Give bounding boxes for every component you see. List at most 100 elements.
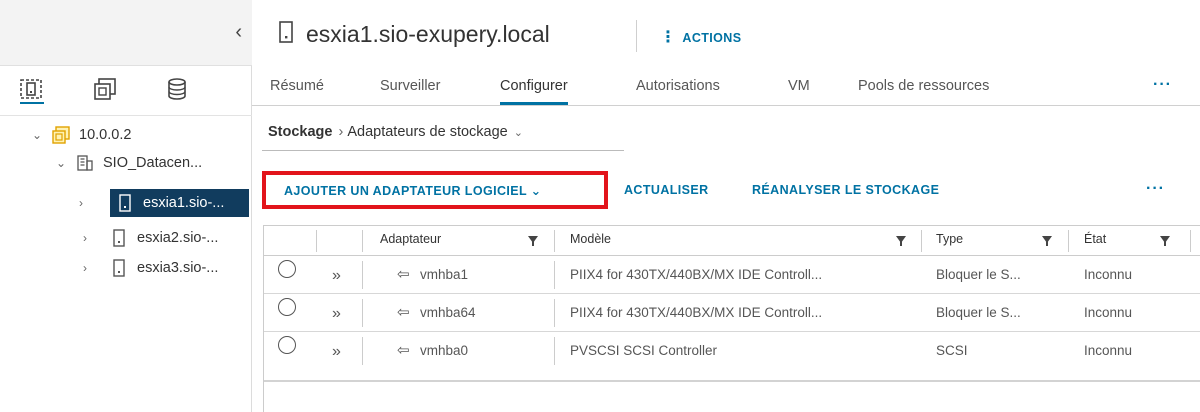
object-header: esxia1.sio-exupery.local ⋮ ACTIONS bbox=[252, 0, 1200, 72]
filter-icon[interactable] bbox=[1042, 236, 1052, 246]
tab-surveiller[interactable]: Surveiller bbox=[380, 78, 440, 105]
actions-menu-button[interactable]: ⋮ ACTIONS bbox=[660, 30, 741, 46]
rescan-storage-button[interactable]: RÉANALYSER LE STOCKAGE bbox=[752, 183, 939, 197]
tree-item-label: esxia2.sio-... bbox=[137, 230, 219, 246]
tree-item-label: 10.0.0.2 bbox=[79, 127, 132, 143]
host-icon bbox=[116, 194, 134, 212]
tree-expand-esxia1[interactable]: › bbox=[78, 189, 92, 217]
hosts-clusters-icon[interactable] bbox=[20, 78, 44, 104]
chevron-down-icon: ⌄ bbox=[530, 184, 542, 198]
tree-item-datacenter[interactable]: ⌄ SIO_Datacen... bbox=[54, 149, 249, 177]
column-header-model[interactable]: Modèle bbox=[570, 232, 611, 246]
collapse-navigator-icon[interactable]: ‹ bbox=[235, 22, 242, 42]
column-divider bbox=[362, 337, 363, 365]
host-name: esxia1.sio-exupery.local bbox=[306, 21, 550, 47]
expand-chevron-icon[interactable]: › bbox=[78, 196, 84, 210]
grid-header: Adaptateur Modèle Type État bbox=[264, 226, 1200, 256]
tab-vm[interactable]: VM bbox=[788, 78, 810, 105]
actions-label: ACTIONS bbox=[682, 31, 742, 45]
navigator-collapse-bar: ‹ bbox=[0, 0, 252, 66]
host-icon bbox=[110, 259, 128, 277]
collapse-chevron-icon[interactable]: ⌄ bbox=[54, 156, 68, 170]
table-row[interactable]: » ⇦ vmhba0 PVSCSI SCSI Controller SCSI I… bbox=[264, 333, 1200, 370]
tab-resume[interactable]: Résumé bbox=[270, 78, 324, 105]
vms-templates-icon[interactable] bbox=[94, 78, 118, 104]
storage-adapters-grid: Adaptateur Modèle Type État » ⇦ vmhba1 P… bbox=[263, 225, 1200, 412]
cell-status: Inconnu bbox=[1084, 267, 1133, 282]
cell-model: PVSCSI SCSI Controller bbox=[570, 343, 718, 358]
add-software-adapter-button[interactable]: AJOUTER UN ADAPTATEUR LOGICIEL ⌄ bbox=[284, 183, 542, 198]
column-divider bbox=[554, 230, 555, 252]
adapter-icon: ⇦ bbox=[397, 266, 410, 283]
tree-item-host-esxia2[interactable]: › esxia2.sio-... bbox=[78, 224, 249, 252]
host-icon bbox=[276, 20, 296, 49]
tree-item-host-esxia3[interactable]: › esxia3.sio-... bbox=[78, 254, 249, 282]
table-row[interactable]: » ⇦ vmhba64 PIIX4 for 430TX/440BX/MX IDE… bbox=[264, 295, 1200, 332]
table-row[interactable]: » ⇦ vmhba1 PIIX4 for 430TX/440BX/MX IDE … bbox=[264, 257, 1200, 294]
row-select-radio[interactable] bbox=[278, 336, 296, 354]
column-divider bbox=[554, 261, 555, 289]
column-divider bbox=[1068, 230, 1069, 252]
column-header-type[interactable]: Type bbox=[936, 232, 963, 246]
tab-configurer[interactable]: Configurer bbox=[500, 78, 568, 105]
tab-autorisations[interactable]: Autorisations bbox=[636, 78, 720, 105]
column-divider bbox=[921, 230, 922, 252]
expand-chevron-icon[interactable]: › bbox=[78, 231, 92, 245]
tree-item-label: esxia3.sio-... bbox=[137, 260, 219, 276]
row-select-radio[interactable] bbox=[278, 298, 296, 316]
navigator-view-tabs bbox=[0, 66, 252, 116]
more-tabs-icon[interactable]: ··· bbox=[1153, 76, 1172, 94]
breadcrumb-underline bbox=[262, 150, 624, 151]
add-software-adapter-label: AJOUTER UN ADAPTATEUR LOGICIEL bbox=[284, 184, 527, 198]
column-divider bbox=[362, 230, 363, 252]
header-divider bbox=[636, 20, 637, 52]
cell-status: Inconnu bbox=[1084, 343, 1133, 358]
tab-pools-ressources[interactable]: Pools de ressources bbox=[858, 78, 989, 105]
object-tabs: Résumé Surveiller Configurer Autorisatio… bbox=[252, 72, 1200, 106]
vcenter-icon bbox=[52, 126, 70, 144]
grid-footer-border bbox=[264, 380, 1200, 382]
column-divider bbox=[1190, 230, 1191, 252]
expand-row-icon[interactable]: » bbox=[332, 306, 341, 322]
filter-icon[interactable] bbox=[896, 236, 906, 246]
breadcrumb-current[interactable]: Adaptateurs de stockage bbox=[347, 124, 507, 140]
column-divider bbox=[316, 230, 317, 252]
column-divider bbox=[554, 299, 555, 327]
tree-item-vcenter[interactable]: ⌄ 10.0.0.2 bbox=[30, 121, 245, 149]
adapter-icon: ⇦ bbox=[397, 304, 410, 321]
filter-icon[interactable] bbox=[528, 236, 538, 246]
cell-type: SCSI bbox=[936, 343, 968, 358]
cell-adapter: vmhba1 bbox=[420, 267, 469, 282]
row-select-radio[interactable] bbox=[278, 260, 296, 278]
inventory-navigator: ‹ ⌄ 10.0.0.2 ⌄ SIO_Datacen... › esxia1.s… bbox=[0, 0, 252, 412]
tree-item-host-esxia1[interactable]: esxia1.sio-... bbox=[110, 189, 249, 217]
expand-row-icon[interactable]: » bbox=[332, 344, 341, 360]
refresh-button[interactable]: ACTUALISER bbox=[624, 183, 709, 197]
filter-icon[interactable] bbox=[1160, 236, 1170, 246]
datacenter-icon bbox=[76, 154, 94, 172]
more-actions-icon[interactable]: ··· bbox=[1146, 180, 1165, 198]
storage-icon[interactable] bbox=[166, 78, 190, 104]
cell-status: Inconnu bbox=[1084, 305, 1133, 320]
expand-chevron-icon[interactable]: › bbox=[78, 261, 92, 275]
chevron-down-icon[interactable]: ⌄ bbox=[514, 126, 523, 139]
collapse-chevron-icon[interactable]: ⌄ bbox=[30, 128, 44, 142]
column-divider bbox=[554, 337, 555, 365]
breadcrumb-root[interactable]: Stockage bbox=[268, 124, 332, 140]
column-divider bbox=[362, 261, 363, 289]
tree-item-label: SIO_Datacen... bbox=[103, 155, 203, 171]
host-icon bbox=[110, 229, 128, 247]
cell-adapter: vmhba0 bbox=[420, 343, 469, 358]
column-header-status[interactable]: État bbox=[1084, 232, 1106, 246]
column-divider bbox=[362, 299, 363, 327]
column-header-adapter[interactable]: Adaptateur bbox=[380, 232, 441, 246]
breadcrumb-separator: › bbox=[338, 124, 344, 140]
cell-adapter: vmhba64 bbox=[420, 305, 476, 320]
page-title: esxia1.sio-exupery.local bbox=[276, 20, 550, 49]
expand-row-icon[interactable]: » bbox=[332, 268, 341, 284]
cell-type: Bloquer le S... bbox=[936, 305, 1021, 320]
cell-model: PIIX4 for 430TX/440BX/MX IDE Controll... bbox=[570, 267, 823, 282]
adapter-icon: ⇦ bbox=[397, 342, 410, 359]
breadcrumb: Stockage › Adaptateurs de stockage ⌄ bbox=[268, 124, 523, 140]
tree-item-label: esxia1.sio-... bbox=[143, 195, 225, 211]
